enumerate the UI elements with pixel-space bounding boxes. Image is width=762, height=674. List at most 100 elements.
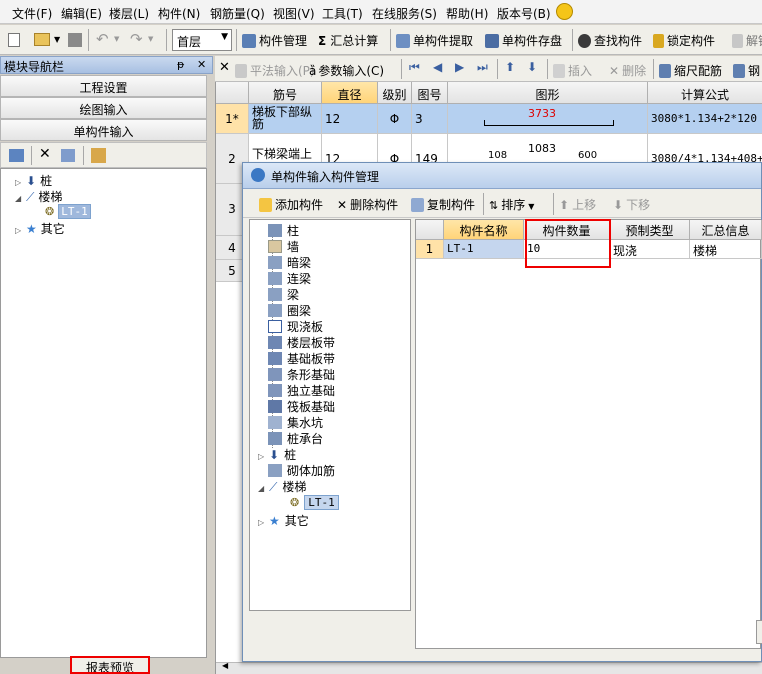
row-header[interactable]: 1* (216, 104, 249, 134)
cell-shape[interactable]: 3733 (448, 104, 648, 134)
pin-icon[interactable]: ᵽ (177, 58, 184, 71)
redo-icon[interactable]: ↷ (130, 30, 143, 48)
menu-edit[interactable]: 编辑(E) (61, 5, 102, 22)
open-dropdown-icon[interactable]: ▼ (54, 35, 60, 44)
tree-item-column[interactable]: 柱 (268, 222, 299, 239)
delete-button[interactable]: ✕ 删除 (609, 62, 646, 79)
col-header-bar-no[interactable]: 筋号 (249, 82, 322, 104)
scale-rebar-button[interactable]: 缩尺配筋 (659, 62, 722, 79)
cell-figure-no[interactable]: 3 (412, 104, 448, 134)
tree-item-wall[interactable]: 墙 (268, 238, 299, 255)
cell-formula[interactable]: 3080*1.134+2*120 (648, 104, 762, 134)
prev-record-icon[interactable]: ◀ (433, 60, 442, 74)
cell-component-name[interactable]: LT-1 (444, 240, 524, 259)
collapse-icon[interactable]: ◢ (15, 194, 23, 203)
horizontal-scrollbar[interactable]: ◀ (216, 661, 762, 674)
list-icon[interactable] (9, 149, 24, 162)
param-input-button[interactable]: ȁ 参数输入(C) (309, 62, 384, 79)
menu-floor[interactable]: 楼层(L) (109, 5, 149, 22)
tree-item-floor-strip[interactable]: 楼层板带 (268, 334, 335, 351)
menu-rebar[interactable]: 钢筋量(Q) (210, 5, 265, 22)
close-icon[interactable]: ✕ (219, 60, 230, 75)
tree-item-cast-slab[interactable]: 现浇板 (268, 318, 323, 335)
menu-help[interactable]: 帮助(H) (446, 5, 488, 22)
lock-component-button[interactable]: 锁定构件 (653, 32, 715, 49)
nav-drawing-input-button[interactable]: 绘图输入 (0, 97, 207, 119)
move-up-button[interactable]: ⬆ 上移 (559, 196, 596, 213)
tree-item-isolated-foundation[interactable]: 独立基础 (268, 382, 335, 399)
open-folder-icon[interactable] (34, 33, 50, 46)
menu-version[interactable]: 版本号(B) (497, 5, 551, 22)
close-icon[interactable]: ✕ (197, 58, 206, 71)
tree-item-link-beam[interactable]: 连梁 (268, 270, 311, 287)
tree-item-stair[interactable]: ◢ ⟋ 楼梯 (258, 478, 306, 495)
component-mgmt-button[interactable]: 构件管理 (242, 32, 307, 49)
tree-item-sump-pit[interactable]: 集水坑 (268, 414, 323, 431)
save-icon[interactable] (68, 33, 82, 47)
last-record-icon[interactable]: ⏭ (477, 60, 488, 75)
expand-icon[interactable]: ▷ (15, 226, 23, 235)
paste-icon[interactable] (91, 148, 106, 163)
tree-item-foundation-strip[interactable]: 基础板带 (268, 350, 335, 367)
smiley-icon[interactable] (556, 3, 573, 20)
tree-item-stair-lt1[interactable]: ❂ LT-1 (290, 495, 339, 510)
copy-icon[interactable] (61, 149, 75, 162)
summary-calc-button[interactable]: Σ 汇总计算 (318, 32, 378, 49)
cell-grade[interactable]: Φ (378, 104, 412, 134)
cell-diameter[interactable]: 12 (322, 104, 378, 134)
scroll-left-icon[interactable]: ◀ (222, 661, 228, 670)
expand-icon[interactable]: ▷ (258, 518, 266, 527)
nav-single-component-button[interactable]: 单构件输入 (0, 119, 207, 141)
menu-component[interactable]: 构件(N) (158, 5, 200, 22)
col-header-component-name[interactable]: 构件名称 (444, 220, 524, 240)
menu-view[interactable]: 视图(V) (273, 5, 315, 22)
new-file-icon[interactable] (8, 33, 20, 47)
sort-button[interactable]: ⇅ 排序 ▼ (489, 196, 534, 213)
single-save-button[interactable]: 单构件存盘 (485, 32, 562, 49)
next-record-icon[interactable]: ▶ (455, 60, 464, 74)
cell-summary-info[interactable]: 楼梯 (690, 240, 762, 259)
tree-item-strip-foundation[interactable]: 条形基础 (268, 366, 335, 383)
col-header-grade[interactable]: 级别 (378, 82, 412, 104)
tree-item-other[interactable]: ▷ ★ 其它 (258, 512, 309, 529)
menu-tools[interactable]: 工具(T) (322, 5, 363, 22)
expand-icon[interactable]: ▷ (15, 178, 23, 187)
tree-item-raft-foundation[interactable]: 筏板基础 (268, 398, 335, 415)
add-component-button[interactable]: 添加构件 (259, 196, 323, 213)
cell-bar-name[interactable]: 梯板下部纵筋 (249, 104, 322, 134)
single-extract-button[interactable]: 单构件提取 (396, 32, 473, 49)
tree-item-masonry-rebar[interactable]: 砌体加筋 (268, 462, 335, 479)
col-header-shape[interactable]: 图形 (448, 82, 648, 104)
delete-x-icon[interactable]: ✕ (39, 146, 51, 162)
unlock-button[interactable]: 解锁 (732, 32, 762, 49)
menu-file[interactable]: 文件(F) (12, 5, 52, 22)
move-down-icon[interactable]: ⬇ (527, 60, 537, 74)
dialog-button-edge[interactable] (756, 620, 762, 644)
col-header-figure-no[interactable]: 图号 (412, 82, 448, 104)
nav-project-settings-button[interactable]: 工程设置 (0, 75, 207, 97)
col-header-formula[interactable]: 计算公式 (648, 82, 762, 104)
copy-component-button[interactable]: 复制构件 (411, 196, 475, 213)
tree-item-pile[interactable]: ▷ ⬇ 桩 (258, 446, 296, 463)
tree-item-ring-beam[interactable]: 圈梁 (268, 302, 311, 319)
undo-dropdown-icon[interactable]: ▼ (114, 35, 119, 43)
collapse-icon[interactable]: ◢ (258, 484, 266, 493)
tree-item-other[interactable]: ▷ ★ 其它 (15, 220, 65, 237)
row-header[interactable]: 1 (416, 240, 444, 259)
move-down-button[interactable]: ⬇ 下移 (613, 196, 650, 213)
col-header-summary-info[interactable]: 汇总信息 (690, 220, 762, 240)
find-component-button[interactable]: 查找构件 (578, 32, 642, 49)
menu-online[interactable]: 在线服务(S) (372, 5, 437, 22)
floor-select[interactable]: 首层 ▼ (172, 29, 232, 51)
expand-icon[interactable]: ▷ (258, 452, 266, 461)
flat-input-button[interactable]: 平法输入(P) (235, 62, 315, 79)
tree-item-stair-lt1[interactable]: ❂ LT-1 (45, 204, 91, 219)
tree-item-beam[interactable]: 梁 (268, 286, 299, 303)
steel-button[interactable]: 钢 (733, 62, 760, 79)
col-header-diameter[interactable]: 直径(mm) (322, 82, 378, 117)
delete-component-button[interactable]: ✕ 删除构件 (337, 196, 398, 213)
tree-item-hidden-beam[interactable]: 暗梁 (268, 254, 311, 271)
tree-item-pile[interactable]: ▷ ⬇ 桩 (15, 172, 52, 189)
redo-dropdown-icon[interactable]: ▼ (148, 35, 153, 43)
first-record-icon[interactable]: ⏮ (409, 60, 420, 75)
